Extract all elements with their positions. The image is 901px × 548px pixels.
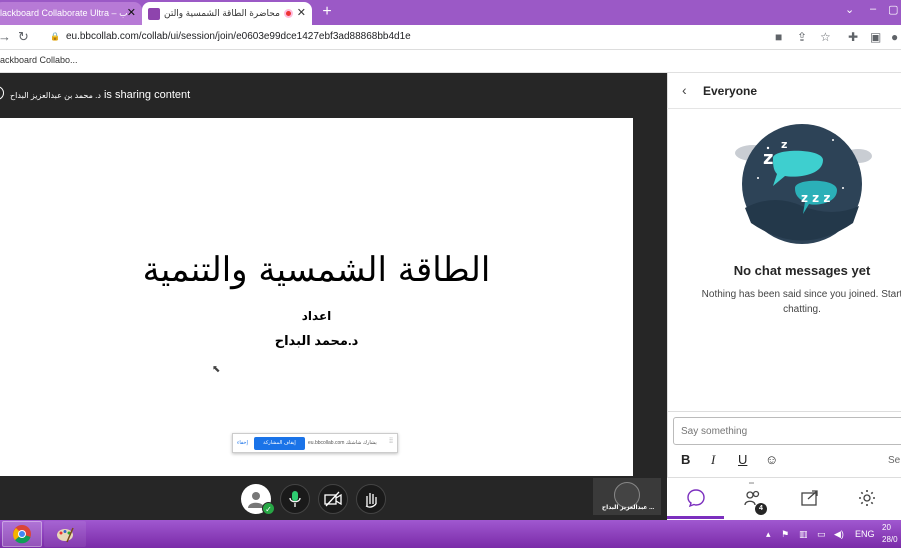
share-icon[interactable]: ⇪ — [797, 30, 807, 44]
side-panel-icon[interactable]: ▣ — [870, 30, 881, 44]
gear-icon — [859, 490, 875, 506]
share-content-icon — [801, 490, 818, 506]
drag-handle-icon[interactable]: ⁞⁞ — [389, 438, 393, 445]
clock-date: 28/0 — [882, 535, 898, 544]
forward-icon[interactable]: → — [0, 29, 11, 44]
browser-tab-blackboard[interactable]: lackboard Collaborate Ultra – ب ✕ — [0, 2, 142, 25]
minimize-button[interactable]: – — [870, 3, 876, 15]
taskbar-chrome-button[interactable] — [2, 521, 42, 547]
mouse-cursor-icon: ⬉ — [212, 364, 221, 375]
paint-palette-icon — [57, 527, 74, 543]
display-icon[interactable]: ▭ — [817, 529, 826, 540]
microphone-button[interactable] — [280, 484, 310, 514]
blackboard-favicon-icon — [148, 7, 160, 20]
microphone-icon — [289, 491, 301, 507]
participant-name: عبدالعزيز البداح ... — [601, 505, 655, 511]
bookmark-item[interactable]: ackboard Collabo... — [0, 55, 78, 65]
chat-bubble-icon — [687, 489, 705, 508]
hide-button[interactable]: إخفاء — [237, 440, 248, 446]
language-indicator[interactable]: ENG — [855, 529, 875, 539]
slide-author: د.محمد البداح — [274, 333, 359, 348]
slide-title: الطاقة الشمسية والتنمية — [142, 250, 491, 290]
send-button[interactable]: Se — [888, 455, 900, 466]
taskbar-clock[interactable]: 20 28/0 — [882, 522, 898, 546]
underline-button[interactable]: U — [738, 452, 747, 467]
close-tab-icon[interactable]: ✕ — [127, 6, 136, 19]
bold-button[interactable]: B — [681, 452, 690, 467]
tab-search-icon[interactable]: ⌄ — [845, 3, 854, 16]
recording-icon — [283, 9, 293, 18]
profile-icon[interactable]: ● — [891, 30, 898, 44]
taskbar-paint-button[interactable] — [44, 521, 86, 547]
camera-button[interactable] — [318, 484, 348, 514]
bookmarks-bar — [0, 50, 901, 73]
new-tab-button[interactable]: + — [318, 3, 336, 21]
network-icon[interactable]: ▥ — [799, 529, 808, 540]
volume-icon[interactable]: ◀) — [834, 529, 844, 540]
shared-slide — [0, 118, 633, 476]
tab-chat[interactable] — [684, 486, 708, 510]
camera-icon[interactable]: ■ — [775, 30, 782, 44]
raise-hand-button[interactable] — [356, 484, 386, 514]
chat-message-input[interactable] — [673, 417, 901, 445]
restore-button[interactable]: ▢ — [888, 3, 898, 16]
bookmark-star-icon[interactable]: ☆ — [820, 30, 831, 44]
active-tab-indicator — [667, 516, 724, 519]
close-tab-icon[interactable]: ✕ — [297, 6, 306, 19]
tab-share-content[interactable] — [798, 486, 822, 510]
italic-button[interactable]: I — [711, 452, 715, 468]
browser-tab-lecture[interactable]: محاضرة الطاقة الشمسية والتن ✕ — [142, 2, 312, 25]
tray-chevron-icon[interactable]: ▴ — [766, 529, 771, 540]
empty-chat-subtitle: Nothing has been said since you joined. … — [701, 289, 901, 315]
svg-text:z: z — [763, 148, 773, 169]
no-messages-illustration: z z z z z — [735, 124, 872, 244]
chat-divider — [667, 411, 901, 412]
raise-hand-icon — [365, 493, 377, 508]
screen-share-notification: ⁞⁞ يشارك شاشتك eu.bbcollab.com إيقاف الم… — [232, 433, 398, 453]
camera-off-icon — [324, 491, 342, 507]
reload-icon[interactable]: ↻ — [18, 29, 29, 45]
status-check-icon: ✓ — [262, 502, 275, 515]
url-text: eu.bbcollab.com/collab/ui/session/join/e… — [65, 31, 411, 42]
tab-title: lackboard Collaborate Ultra – ب — [0, 8, 128, 18]
svg-text:z: z — [781, 138, 787, 151]
back-chevron-icon[interactable]: ‹ — [682, 82, 687, 98]
tab-title: محاضرة الطاقة الشمسية والتن — [164, 8, 280, 18]
empty-chat-title: No chat messages yet — [733, 263, 871, 278]
clock-time: 20 — [882, 523, 891, 532]
svg-text:z z z: z z z — [801, 191, 830, 205]
url-field[interactable]: 🔒 eu.bbcollab.com/collab/ui/session/join/… — [50, 31, 411, 42]
share-message: يشارك شاشتك eu.bbcollab.com — [308, 440, 377, 446]
attendees-count-badge: 4 — [755, 503, 767, 515]
tray-flag-icon[interactable]: ⚑ — [781, 529, 789, 540]
sharing-text: is sharing content — [103, 89, 191, 101]
emoji-icon[interactable]: ☺ — [765, 452, 778, 467]
stop-sharing-button[interactable]: إيقاف المشاركة — [254, 437, 305, 450]
slide-by-label: اعداد — [301, 309, 332, 323]
lock-icon: 🔒 — [50, 32, 60, 41]
sharer-name: د. محمد بن عبدالعزيز البداح — [10, 91, 101, 100]
extensions-icon[interactable]: ✚ — [848, 30, 858, 44]
chat-channel-title: Everyone — [703, 84, 758, 98]
tab-settings[interactable] — [855, 486, 879, 510]
sharing-status: د. محمد بن عبدالعزيز البداح is sharing c… — [10, 89, 190, 101]
chrome-icon — [13, 525, 31, 544]
